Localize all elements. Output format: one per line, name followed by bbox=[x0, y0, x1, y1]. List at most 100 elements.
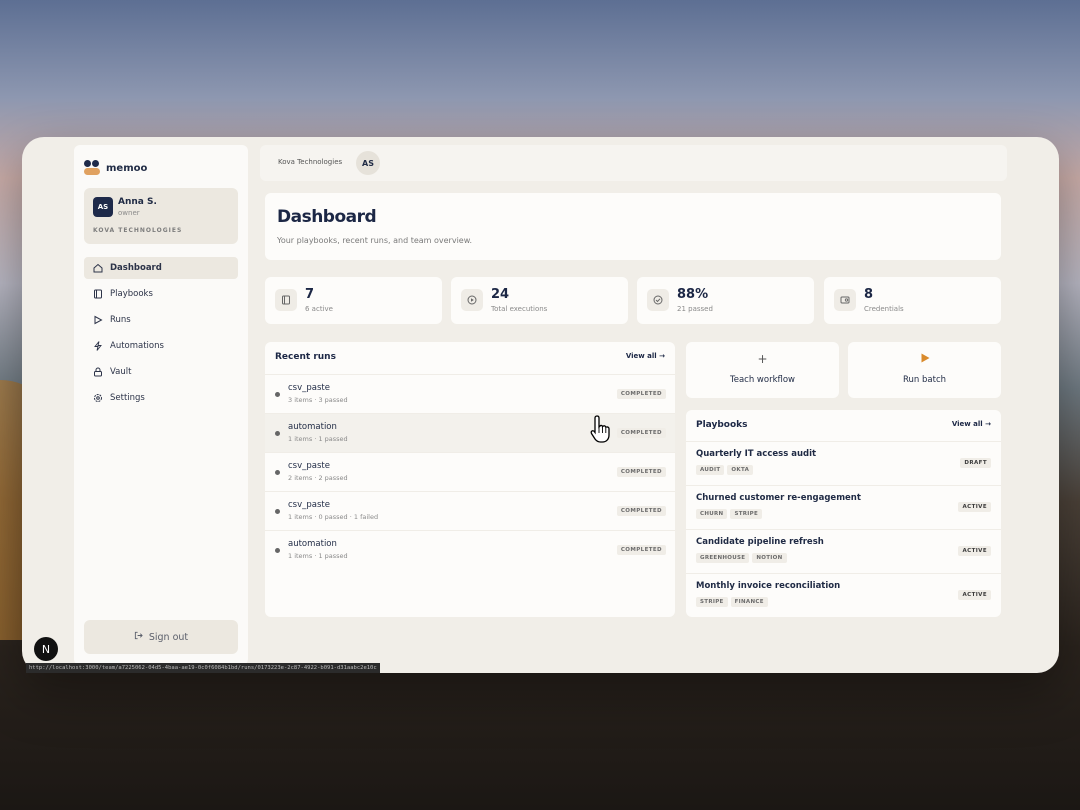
page-header: Dashboard Your playbooks, recent runs, a… bbox=[265, 193, 1001, 260]
sidebar-item-label: Settings bbox=[110, 393, 145, 403]
playbook-tag: NOTION bbox=[752, 553, 787, 563]
sidebar-item-label: Automations bbox=[110, 341, 164, 351]
play-circle-icon bbox=[461, 289, 483, 311]
run-name: csv_paste bbox=[288, 500, 330, 510]
playbook-name: Churned customer re-engagement bbox=[696, 493, 861, 503]
check-circle-icon bbox=[647, 289, 669, 311]
bolt-icon bbox=[93, 341, 103, 351]
playbook-name: Candidate pipeline refresh bbox=[696, 537, 824, 547]
playbook-status-badge: ACTIVE bbox=[958, 546, 991, 556]
status-bar-url: http://localhost:3000/team/a7225062-04d5… bbox=[26, 663, 380, 673]
run-status-badge: COMPLETED bbox=[616, 545, 666, 555]
stat-card-executions[interactable]: 24 Total executions bbox=[451, 277, 628, 324]
user-org: KOVA TECHNOLOGIES bbox=[93, 227, 183, 234]
topbar-avatar[interactable]: AS bbox=[356, 151, 380, 175]
run-status-badge: COMPLETED bbox=[616, 428, 666, 438]
page-subtitle: Your playbooks, recent runs, and team ov… bbox=[277, 236, 473, 245]
stat-value: 88% bbox=[677, 287, 709, 302]
run-row[interactable]: csv_paste 1 items · 0 passed · 1 failed … bbox=[265, 491, 675, 530]
sidebar-item-label: Playbooks bbox=[110, 289, 153, 299]
run-name: csv_paste bbox=[288, 461, 330, 471]
run-status-badge: COMPLETED bbox=[616, 506, 666, 516]
book-icon bbox=[93, 289, 103, 299]
playbook-tag: FINANCE bbox=[730, 597, 768, 607]
playbook-tag: STRIPE bbox=[730, 509, 763, 519]
playbook-tag: AUDIT bbox=[696, 465, 725, 475]
status-dot bbox=[275, 548, 280, 553]
run-meta: 3 items · 3 passed bbox=[288, 396, 348, 404]
status-dot bbox=[275, 431, 280, 436]
hand-pointer-cursor-icon bbox=[589, 414, 615, 444]
sidebar-nav: Dashboard Playbooks Runs Automations Vau… bbox=[84, 257, 238, 413]
run-status-badge: COMPLETED bbox=[616, 389, 666, 399]
playbook-tag: CHURN bbox=[696, 509, 728, 519]
playbook-tag: STRIPE bbox=[696, 597, 728, 607]
run-name: automation bbox=[288, 422, 337, 432]
stat-label: 21 passed bbox=[677, 305, 713, 313]
sidebar-item-automations[interactable]: Automations bbox=[84, 335, 238, 357]
app-window: memoo AS Anna S. owner KOVA TECHNOLOGIES… bbox=[22, 137, 1059, 673]
sidebar-item-playbooks[interactable]: Playbooks bbox=[84, 283, 238, 305]
playbook-name: Monthly invoice reconciliation bbox=[696, 581, 841, 591]
playbook-row[interactable]: Quarterly IT access audit AUDIT OKTA DRA… bbox=[686, 441, 1001, 485]
user-name: Anna S. bbox=[118, 197, 157, 207]
playbook-name: Quarterly IT access audit bbox=[696, 449, 817, 459]
run-row[interactable]: automation 1 items · 1 passed COMPLETED bbox=[265, 530, 675, 569]
playbook-status-badge: DRAFT bbox=[960, 458, 991, 468]
next-dev-badge[interactable]: N bbox=[34, 637, 58, 661]
book-icon bbox=[275, 289, 297, 311]
sidebar-item-settings[interactable]: Settings bbox=[84, 387, 238, 409]
recent-runs-title: Recent runs bbox=[275, 352, 336, 362]
sidebar-item-label: Runs bbox=[110, 315, 131, 325]
playbooks-title: Playbooks bbox=[696, 420, 748, 430]
sidebar-item-label: Dashboard bbox=[110, 263, 162, 273]
stat-label: Total executions bbox=[491, 305, 548, 313]
home-icon bbox=[93, 263, 103, 273]
sidebar-item-runs[interactable]: Runs bbox=[84, 309, 238, 331]
sidebar-item-dashboard[interactable]: Dashboard bbox=[84, 257, 238, 279]
playbook-tag: OKTA bbox=[727, 465, 754, 475]
playbook-row[interactable]: Churned customer re-engagement CHURN STR… bbox=[686, 485, 1001, 529]
teach-workflow-label: Teach workflow bbox=[729, 375, 796, 385]
credential-icon bbox=[834, 289, 856, 311]
run-name: csv_paste bbox=[288, 383, 330, 393]
stat-card-playbooks[interactable]: 7 6 active bbox=[265, 277, 442, 324]
playbook-row[interactable]: Monthly invoice reconciliation STRIPE FI… bbox=[686, 573, 1001, 617]
playbooks-panel: Playbooks View all → Quarterly IT access… bbox=[686, 410, 1001, 617]
teach-workflow-button[interactable]: + Teach workflow bbox=[686, 342, 839, 398]
run-row[interactable]: csv_paste 2 items · 2 passed COMPLETED bbox=[265, 452, 675, 491]
run-meta: 1 items · 1 passed bbox=[288, 552, 348, 560]
brand-name: memoo bbox=[106, 162, 148, 174]
run-batch-button[interactable]: Run batch bbox=[848, 342, 1001, 398]
playbook-row[interactable]: Candidate pipeline refresh GREENHOUSE NO… bbox=[686, 529, 1001, 573]
stat-value: 7 bbox=[305, 287, 315, 302]
stat-label: 6 active bbox=[305, 305, 333, 313]
stat-card-credentials[interactable]: 8 Credentials bbox=[824, 277, 1001, 324]
run-batch-label: Run batch bbox=[903, 375, 946, 385]
run-row[interactable]: csv_paste 3 items · 3 passed COMPLETED bbox=[265, 374, 675, 413]
user-role: owner bbox=[118, 209, 140, 217]
brand[interactable]: memoo bbox=[84, 160, 147, 176]
sign-out-icon bbox=[134, 631, 143, 643]
org-switcher[interactable]: Kova Technologies bbox=[278, 158, 342, 166]
play-icon bbox=[848, 352, 1001, 366]
sign-out-label: Sign out bbox=[148, 631, 189, 643]
stat-value: 8 bbox=[864, 287, 874, 302]
stat-card-pass-rate[interactable]: 88% 21 passed bbox=[637, 277, 814, 324]
memoo-logo-icon bbox=[84, 160, 100, 176]
recent-runs-view-all-link[interactable]: View all → bbox=[626, 352, 665, 360]
sidebar-item-vault[interactable]: Vault bbox=[84, 361, 238, 383]
stat-label: Credentials bbox=[864, 305, 904, 313]
user-card[interactable]: AS Anna S. owner KOVA TECHNOLOGIES bbox=[84, 188, 238, 244]
sidebar: memoo AS Anna S. owner KOVA TECHNOLOGIES… bbox=[74, 145, 248, 665]
stat-value: 24 bbox=[491, 287, 510, 302]
playbook-tag: GREENHOUSE bbox=[696, 553, 750, 563]
run-name: automation bbox=[288, 539, 337, 549]
play-icon bbox=[93, 315, 103, 325]
playbooks-view-all-link[interactable]: View all → bbox=[952, 420, 991, 428]
status-dot bbox=[275, 392, 280, 397]
status-dot bbox=[275, 509, 280, 514]
sign-out-button[interactable]: Sign out bbox=[84, 620, 238, 654]
user-avatar: AS bbox=[93, 197, 113, 217]
status-dot bbox=[275, 470, 280, 475]
